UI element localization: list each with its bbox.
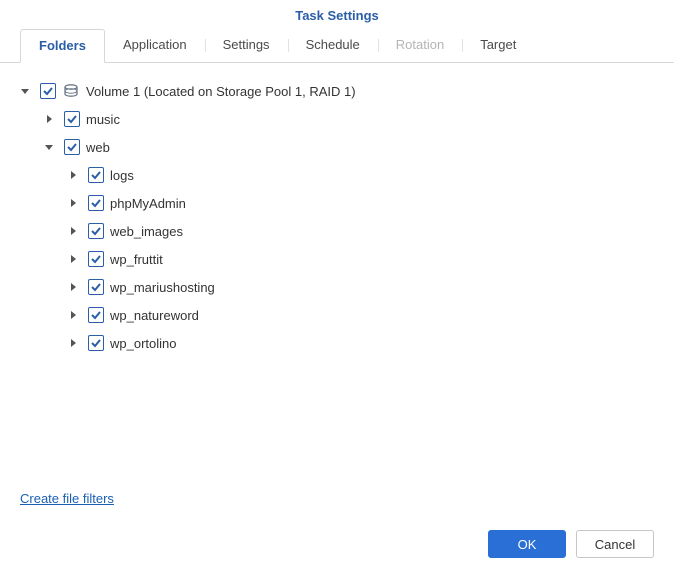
node-label[interactable]: web_images [110,224,183,239]
cancel-button[interactable]: Cancel [576,530,654,558]
checkbox[interactable] [88,195,104,211]
checkbox[interactable] [64,111,80,127]
dialog-title: Task Settings [0,0,674,29]
tree-node: web [18,133,656,161]
tab-target[interactable]: Target [462,29,534,63]
checkbox[interactable] [88,251,104,267]
node-label[interactable]: web [86,140,110,155]
checkbox[interactable] [88,167,104,183]
collapse-icon[interactable] [42,140,56,154]
checkbox[interactable] [64,139,80,155]
expand-icon[interactable] [66,336,80,350]
tab-schedule[interactable]: Schedule [288,29,378,63]
tab-folders[interactable]: Folders [20,29,105,63]
node-label[interactable]: wp_ortolino [110,336,177,351]
tree-node: logs [18,161,656,189]
expand-icon[interactable] [66,308,80,322]
ok-button[interactable]: OK [488,530,566,558]
checkbox[interactable] [88,223,104,239]
node-label[interactable]: logs [110,168,134,183]
tree-node: wp_mariushosting [18,273,656,301]
checkbox[interactable] [88,279,104,295]
checkbox[interactable] [40,83,56,99]
tab-bar: FoldersApplicationSettingsScheduleRotati… [0,29,674,63]
node-label[interactable]: wp_fruttit [110,252,163,267]
collapse-icon[interactable] [18,84,32,98]
expand-icon[interactable] [66,252,80,266]
tree-node: web_images [18,217,656,245]
tree-node: wp_ortolino [18,329,656,357]
tree-node: wp_natureword [18,301,656,329]
checkbox[interactable] [88,307,104,323]
dialog-footer: OK Cancel [0,518,674,576]
tab-rotation: Rotation [378,29,462,63]
folder-tree: Volume 1 (Located on Storage Pool 1, RAI… [0,63,674,483]
tab-application[interactable]: Application [105,29,205,63]
tree-root: Volume 1 (Located on Storage Pool 1, RAI… [18,77,656,105]
expand-icon[interactable] [66,280,80,294]
node-label[interactable]: wp_natureword [110,308,199,323]
create-file-filters-link[interactable]: Create file filters [20,491,114,506]
node-label[interactable]: music [86,112,120,127]
expand-icon[interactable] [66,196,80,210]
expand-icon[interactable] [66,168,80,182]
tab-settings[interactable]: Settings [205,29,288,63]
tree-node: music [18,105,656,133]
checkbox[interactable] [88,335,104,351]
expand-icon[interactable] [42,112,56,126]
volume-icon [62,82,80,100]
node-label[interactable]: phpMyAdmin [110,196,186,211]
expand-icon[interactable] [66,224,80,238]
tree-node: wp_fruttit [18,245,656,273]
node-label[interactable]: Volume 1 (Located on Storage Pool 1, RAI… [86,84,356,99]
tree-node: phpMyAdmin [18,189,656,217]
node-label[interactable]: wp_mariushosting [110,280,215,295]
